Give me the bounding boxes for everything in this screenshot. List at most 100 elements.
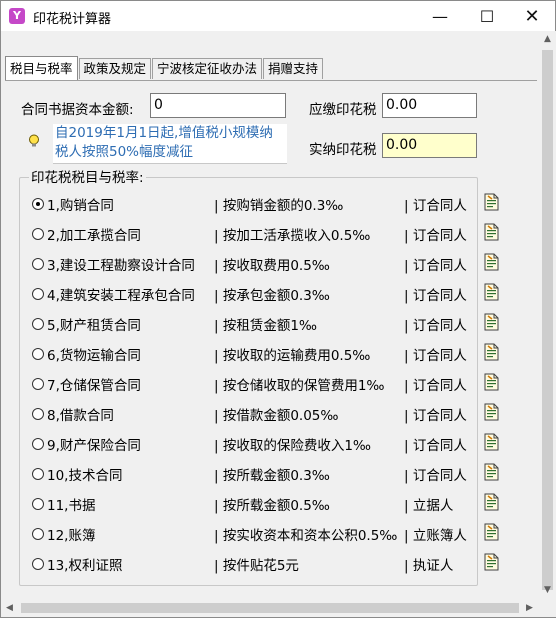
rate-radio[interactable] bbox=[32, 288, 44, 300]
actual-field[interactable]: 0.00 bbox=[382, 133, 477, 158]
capital-input[interactable]: 0 bbox=[150, 93, 286, 118]
rate-row[interactable]: 11,书据 | 按所载金额0.5‰ | 立据人 bbox=[1, 493, 501, 515]
maximize-button[interactable]: ☐ bbox=[464, 1, 510, 31]
rate-basis: | 按仓储收取的保管费用1‰ bbox=[214, 378, 385, 394]
rate-radio[interactable] bbox=[32, 378, 44, 390]
rate-row[interactable]: 5,财产租赁合同 | 按租赁金额1‰ | 订合同人 bbox=[1, 313, 501, 335]
tab-policy[interactable]: 政策及规定 bbox=[78, 58, 152, 79]
tab-ningbo[interactable]: 宁波核定征收办法 bbox=[152, 58, 263, 79]
rate-item-name[interactable]: 10,技术合同 bbox=[47, 464, 122, 484]
vertical-scrollbar[interactable]: ▲ ▼ bbox=[539, 31, 556, 599]
rate-item-name[interactable]: 12,账簿 bbox=[47, 524, 95, 544]
rate-radio[interactable] bbox=[32, 318, 44, 330]
rate-payer: | 订合同人 bbox=[404, 198, 467, 214]
vertical-scroll-thumb[interactable] bbox=[542, 50, 553, 590]
rate-row[interactable]: 3,建设工程勘察设计合同 | 按收取费用0.5‰ | 订合同人 bbox=[1, 253, 501, 275]
payable-field[interactable]: 0.00 bbox=[382, 93, 477, 118]
rate-radio[interactable] bbox=[32, 438, 44, 450]
rate-row[interactable]: 13,权利证照 | 按件贴花5元 | 执证人 bbox=[1, 553, 501, 575]
rate-basis: | 按购销金额的0.3‰ bbox=[214, 198, 344, 214]
document-icon[interactable] bbox=[483, 253, 499, 271]
document-icon[interactable] bbox=[483, 493, 499, 511]
document-icon[interactable] bbox=[483, 553, 499, 571]
document-icon[interactable] bbox=[483, 523, 499, 541]
document-icon[interactable] bbox=[483, 463, 499, 481]
document-icon[interactable] bbox=[483, 223, 499, 241]
rate-payer: | 订合同人 bbox=[404, 258, 467, 274]
capital-label: 合同书据资本金额: bbox=[21, 102, 134, 118]
rate-row[interactable]: 9,财产保险合同 | 按收取的保险费收入1‰ | 订合同人 bbox=[1, 433, 501, 455]
lightbulb-icon bbox=[29, 134, 39, 147]
rate-row[interactable]: 4,建筑安装工程承包合同 | 按承包金额0.3‰ | 订合同人 bbox=[1, 283, 501, 305]
horizontal-scrollbar[interactable]: ◀ ▶ bbox=[1, 599, 539, 617]
rate-item-name[interactable]: 5,财产租赁合同 bbox=[47, 314, 141, 334]
rate-item-name[interactable]: 8,借款合同 bbox=[47, 404, 114, 424]
scroll-left-arrow[interactable]: ◀ bbox=[1, 599, 18, 617]
rate-payer: | 订合同人 bbox=[404, 318, 467, 334]
rate-item-name[interactable]: 13,权利证照 bbox=[47, 554, 122, 574]
rate-basis: | 按租赁金额1‰ bbox=[214, 318, 318, 334]
rate-radio[interactable] bbox=[32, 498, 44, 510]
rate-item-name[interactable]: 9,财产保险合同 bbox=[47, 434, 141, 454]
document-icon[interactable] bbox=[483, 193, 499, 211]
rate-payer: | 订合同人 bbox=[404, 228, 467, 244]
rate-basis: | 按收取费用0.5‰ bbox=[214, 258, 330, 274]
document-icon[interactable] bbox=[483, 313, 499, 331]
rate-basis: | 按件贴花5元 bbox=[214, 558, 299, 574]
rate-radio[interactable] bbox=[32, 348, 44, 360]
rate-item-name[interactable]: 2,加工承揽合同 bbox=[47, 224, 141, 244]
rate-item-name[interactable]: 11,书据 bbox=[47, 494, 95, 514]
rate-basis: | 按加工活承揽收入0.5‰ bbox=[214, 228, 371, 244]
rate-row[interactable]: 2,加工承揽合同 | 按加工活承揽收入0.5‰ | 订合同人 bbox=[1, 223, 501, 245]
document-icon[interactable] bbox=[483, 283, 499, 301]
rate-row[interactable]: 7,仓储保管合同 | 按仓储收取的保管费用1‰ | 订合同人 bbox=[1, 373, 501, 395]
rate-payer: | 立据人 bbox=[404, 498, 454, 514]
policy-notice: 自2019年1月1日起,增值税小规模纳 税人按照50%幅度减征 bbox=[53, 124, 287, 164]
rate-item-name[interactable]: 4,建筑安装工程承包合同 bbox=[47, 284, 195, 304]
rate-basis: | 按所载金额0.3‰ bbox=[214, 468, 330, 484]
rate-row[interactable]: 12,账簿 | 按实收资本和资本公积0.5‰ | 立账簿人 bbox=[1, 523, 501, 545]
rate-radio[interactable] bbox=[32, 558, 44, 570]
notice-line-1: 自2019年1月1日起,增值税小规模纳 bbox=[55, 125, 273, 141]
scroll-up-arrow[interactable]: ▲ bbox=[539, 31, 556, 48]
tab-strip: 税目与税率 政策及规定 宁波核定征收办法 捐赠支持 bbox=[5, 56, 324, 80]
rate-item-name[interactable]: 6,货物运输合同 bbox=[47, 344, 141, 364]
horizontal-scroll-thumb[interactable] bbox=[21, 603, 519, 613]
rate-item-name[interactable]: 7,仓储保管合同 bbox=[47, 374, 141, 394]
rate-radio[interactable] bbox=[32, 468, 44, 480]
document-icon[interactable] bbox=[483, 433, 499, 451]
scroll-right-arrow[interactable]: ▶ bbox=[521, 599, 538, 617]
rate-item-name[interactable]: 1,购销合同 bbox=[47, 194, 114, 214]
rate-row[interactable]: 10,技术合同 | 按所载金额0.3‰ | 订合同人 bbox=[1, 463, 501, 485]
rate-radio[interactable] bbox=[32, 408, 44, 420]
scroll-down-arrow[interactable]: ▼ bbox=[539, 582, 556, 599]
rate-radio[interactable] bbox=[32, 228, 44, 240]
notice-line-2: 税人按照50%幅度减征 bbox=[55, 144, 194, 160]
rate-radio[interactable] bbox=[32, 198, 44, 210]
close-button[interactable]: ✕ bbox=[509, 1, 555, 31]
tab-donate[interactable]: 捐赠支持 bbox=[263, 58, 324, 79]
minimize-button[interactable]: — bbox=[417, 1, 463, 31]
rate-item-name[interactable]: 3,建设工程勘察设计合同 bbox=[47, 254, 195, 274]
rate-payer: | 订合同人 bbox=[404, 378, 467, 394]
rate-basis: | 按承包金额0.3‰ bbox=[214, 288, 330, 304]
payable-label: 应缴印花税 bbox=[309, 102, 377, 118]
document-icon[interactable] bbox=[483, 373, 499, 391]
rate-basis: | 按实收资本和资本公积0.5‰ bbox=[214, 528, 398, 544]
rate-payer: | 订合同人 bbox=[404, 408, 467, 424]
rate-row[interactable]: 8,借款合同 | 按借款金额0.05‰ | 订合同人 bbox=[1, 403, 501, 425]
document-icon[interactable] bbox=[483, 403, 499, 421]
rate-radio[interactable] bbox=[32, 258, 44, 270]
rate-basis: | 按借款金额0.05‰ bbox=[214, 408, 339, 424]
document-icon[interactable] bbox=[483, 343, 499, 361]
rate-row[interactable]: 6,货物运输合同 | 按收取的运输费用0.5‰ | 订合同人 bbox=[1, 343, 501, 365]
rate-radio[interactable] bbox=[32, 528, 44, 540]
tab-rates[interactable]: 税目与税率 bbox=[5, 56, 78, 80]
rate-basis: | 按收取的保险费收入1‰ bbox=[214, 438, 372, 454]
rate-payer: | 订合同人 bbox=[404, 468, 467, 484]
rate-basis: | 按收取的运输费用0.5‰ bbox=[214, 348, 371, 364]
window-title: 印花税计算器 bbox=[33, 12, 112, 27]
actual-label: 实纳印花税 bbox=[309, 142, 377, 158]
rate-row[interactable]: 1,购销合同 | 按购销金额的0.3‰ | 订合同人 bbox=[1, 193, 501, 215]
rate-payer: | 订合同人 bbox=[404, 348, 467, 364]
